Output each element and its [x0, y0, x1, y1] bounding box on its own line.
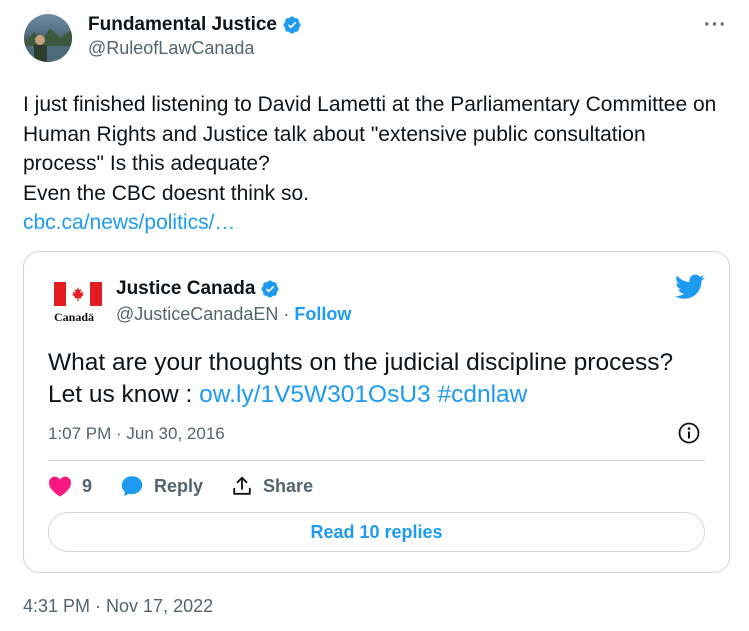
like-count: 9 — [82, 475, 93, 496]
info-icon[interactable] — [677, 421, 701, 445]
tweet-author: Fundamental Justice @RuleofLawCanada — [88, 14, 302, 59]
verified-badge-icon — [283, 16, 301, 34]
author-handle[interactable]: @RuleofLawCanada — [88, 38, 302, 59]
share-label: Share — [263, 475, 314, 496]
quoted-author: Justice Canada @JusticeCanadaEN · Follow — [116, 278, 351, 325]
quoted-link[interactable]: ow.ly/1V5W301OsU3 — [199, 381, 431, 408]
share-icon — [233, 476, 251, 495]
quoted-text-prefix: Let us know : — [48, 381, 200, 408]
canada-wordmark: Canadä — [54, 310, 95, 324]
quoted-tweet-card[interactable]: Canadä Justice Canada @JusticeCanadaEN ·… — [23, 251, 730, 573]
hashtag-link[interactable]: #cdnlaw — [437, 381, 527, 408]
share-button[interactable]: Share — [231, 475, 313, 497]
like-button[interactable]: 9 — [48, 475, 92, 497]
avatar[interactable] — [24, 14, 72, 62]
reply-label: Reply — [154, 475, 204, 496]
justice-canada-logo: Canadä — [54, 282, 104, 325]
handle-separator: · — [278, 304, 295, 324]
quoted-author-name[interactable]: Justice Canada — [116, 278, 255, 300]
follow-button[interactable]: Follow — [294, 304, 351, 324]
reply-button[interactable]: Reply — [120, 474, 203, 498]
tweet-timestamp[interactable]: 4:31 PM · Nov 17, 2022 — [23, 596, 213, 617]
tweet-link[interactable]: cbc.ca/news/politics/… — [23, 211, 235, 234]
divider — [48, 460, 705, 461]
more-icon[interactable]: ··· — [704, 14, 727, 37]
tweet-actions: 9 Reply Share — [48, 472, 341, 500]
quoted-text-line1: What are your thoughts on the judicial d… — [48, 349, 674, 376]
quoted-handle-row: @JusticeCanadaEN · Follow — [116, 304, 351, 325]
verified-badge-icon — [261, 280, 279, 298]
heart-icon — [49, 476, 71, 497]
reply-bubble-icon — [121, 476, 143, 496]
tweet-text-content: I just finished listening to David Lamet… — [23, 93, 717, 205]
twitter-bird-icon[interactable] — [675, 274, 705, 300]
canada-flag — [54, 282, 102, 306]
quoted-tweet-text: What are your thoughts on the judicial d… — [48, 347, 718, 411]
quoted-tweet-time[interactable]: 1:07 PM · Jun 30, 2016 — [48, 424, 225, 444]
read-replies-button[interactable]: Read 10 replies — [48, 512, 705, 552]
quoted-text-line2: Let us know : ow.ly/1V5W301OsU3 #cdnlaw — [48, 379, 718, 411]
author-name[interactable]: Fundamental Justice — [88, 14, 277, 36]
maple-leaf-icon — [72, 287, 84, 301]
tweet-text: I just finished listening to David Lamet… — [23, 90, 728, 238]
quoted-author-handle[interactable]: @JusticeCanadaEN — [116, 304, 278, 324]
